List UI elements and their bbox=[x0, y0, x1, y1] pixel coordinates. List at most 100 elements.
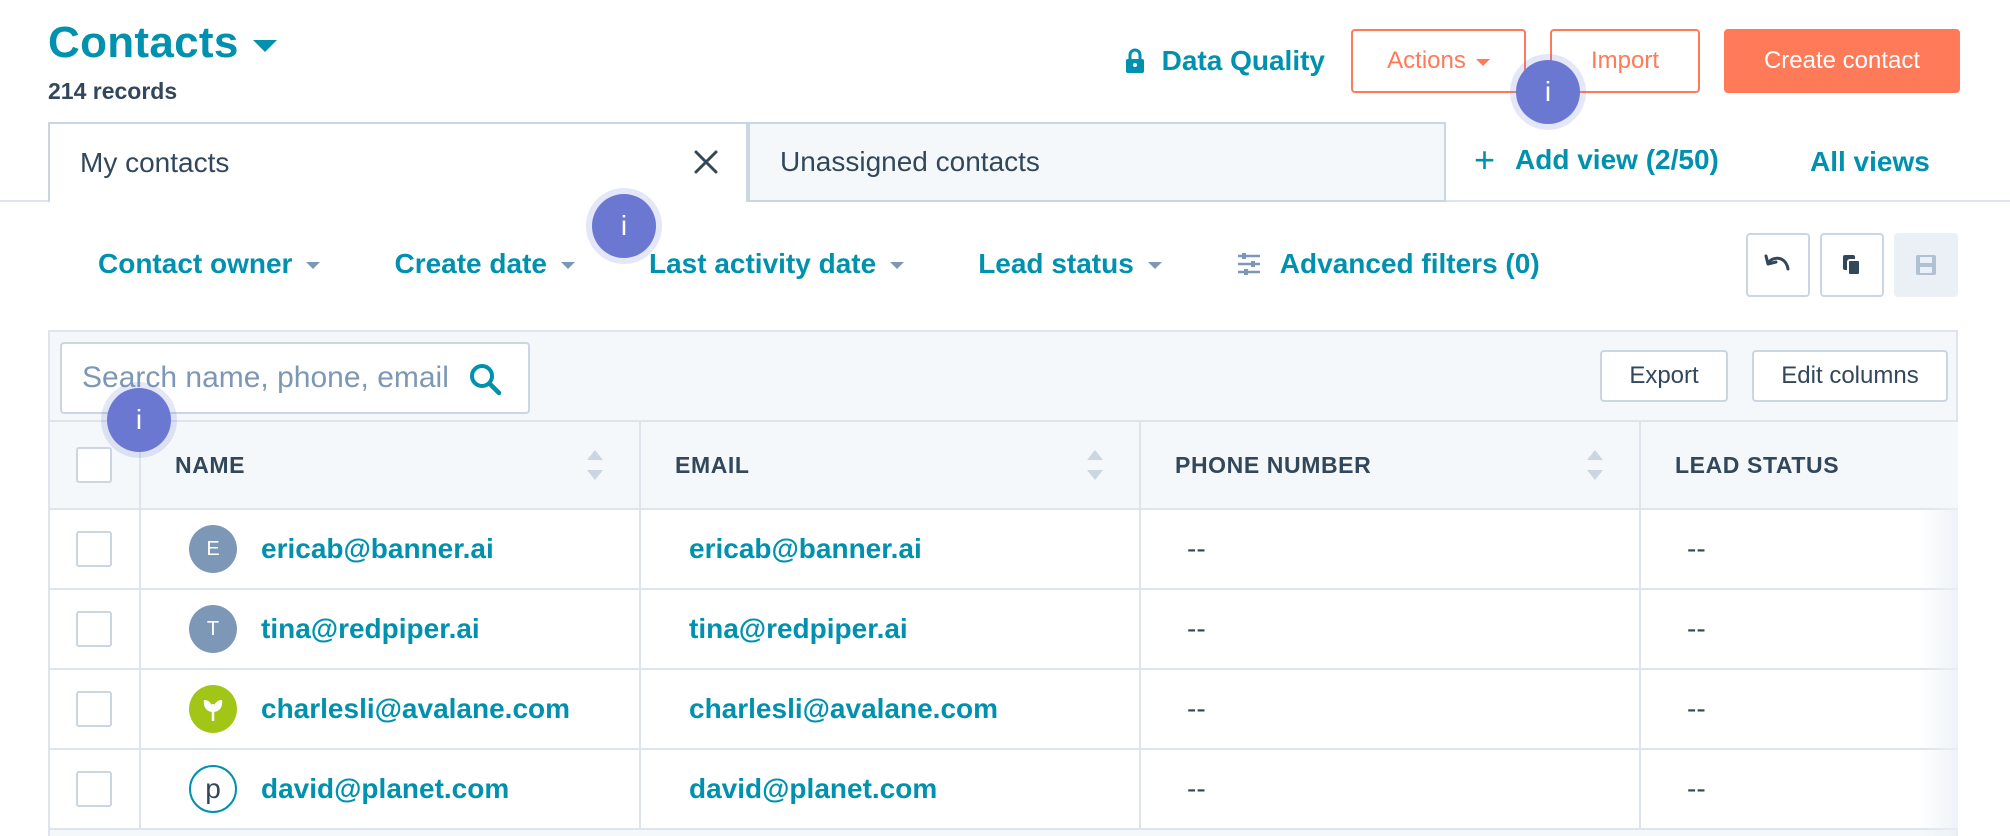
export-button[interactable]: Export bbox=[1600, 350, 1728, 402]
phone-value: -- bbox=[1187, 773, 1206, 804]
lead-status-cell: -- bbox=[1640, 589, 1958, 670]
import-label: Import bbox=[1590, 47, 1659, 74]
copy-icon bbox=[1843, 255, 1861, 276]
company-logo-avatar: p bbox=[189, 765, 237, 813]
sliders-icon bbox=[1237, 253, 1260, 275]
contact-name-link[interactable]: charlesli@avalane.com bbox=[261, 693, 570, 725]
page-title[interactable]: Contacts bbox=[48, 18, 239, 68]
phone-value: -- bbox=[1187, 533, 1206, 564]
lead-status-cell: -- bbox=[1640, 669, 1958, 750]
lead-status-cell: -- bbox=[1640, 749, 1958, 830]
save-icon bbox=[1916, 255, 1936, 275]
clone-view-button[interactable] bbox=[1820, 233, 1884, 297]
phone-value: -- bbox=[1187, 693, 1206, 724]
info-beacon-icon[interactable]: i bbox=[107, 388, 171, 452]
avatar: T bbox=[189, 605, 237, 653]
lead-status-value: -- bbox=[1687, 613, 1706, 644]
lead-status-value: -- bbox=[1687, 773, 1706, 804]
caret-down-icon bbox=[560, 261, 575, 269]
contact-name-link[interactable]: ericab@banner.ai bbox=[261, 533, 494, 565]
edit-columns-button[interactable]: Edit columns bbox=[1752, 350, 1948, 402]
lead-status-value: -- bbox=[1687, 693, 1706, 724]
filter-create-date[interactable]: Create date bbox=[394, 248, 575, 280]
row-select-cell bbox=[50, 749, 141, 830]
filter-lead-status[interactable]: Lead status bbox=[978, 248, 1162, 280]
row-checkbox[interactable] bbox=[76, 691, 112, 727]
phone-value: -- bbox=[1187, 613, 1206, 644]
data-quality-link[interactable]: Data Quality bbox=[1124, 45, 1325, 77]
email-link[interactable]: david@planet.com bbox=[641, 773, 937, 804]
create-contact-button[interactable]: Create contact bbox=[1724, 29, 1960, 93]
chevron-down-icon[interactable] bbox=[252, 40, 277, 52]
row-checkbox[interactable] bbox=[76, 531, 112, 567]
caret-down-icon bbox=[1147, 261, 1162, 269]
filter-last-activity-date[interactable]: Last activity date bbox=[648, 248, 905, 280]
close-icon[interactable] bbox=[692, 148, 720, 176]
create-contact-label: Create contact bbox=[1763, 47, 1921, 74]
column-header-lead-status[interactable]: LEAD STATUS bbox=[1640, 420, 1958, 510]
tab-my-contacts[interactable]: My contacts bbox=[48, 122, 748, 202]
table-row: Eericab@banner.ai ericab@banner.ai -- -- bbox=[50, 509, 1958, 590]
table-row: Ttina@redpiper.ai tina@redpiper.ai -- -- bbox=[50, 589, 1958, 670]
actions-label: Actions bbox=[1387, 47, 1466, 74]
caret-down-icon bbox=[890, 261, 905, 269]
contact-name-link[interactable]: tina@redpiper.ai bbox=[261, 613, 480, 645]
column-header-email[interactable]: EMAIL bbox=[640, 420, 1141, 510]
name-cell: p david@planet.com bbox=[140, 749, 641, 830]
info-beacon-icon[interactable]: i bbox=[1516, 60, 1580, 124]
undo-button[interactable] bbox=[1746, 233, 1810, 297]
select-all-checkbox[interactable] bbox=[76, 447, 112, 483]
filter-bar: Contact owner Create date Last activity … bbox=[98, 248, 1540, 280]
undo-icon bbox=[1764, 254, 1790, 271]
all-views-link[interactable]: All views bbox=[1810, 146, 1930, 178]
email-cell: ericab@banner.ai bbox=[640, 509, 1141, 590]
row-select-cell bbox=[50, 669, 141, 750]
email-link[interactable]: tina@redpiper.ai bbox=[641, 613, 908, 644]
column-header-name[interactable]: NAME bbox=[140, 420, 641, 510]
save-view-button[interactable] bbox=[1894, 233, 1958, 297]
title-row[interactable]: Contacts bbox=[48, 18, 277, 68]
row-select-cell bbox=[50, 509, 141, 590]
actions-button[interactable]: Actions bbox=[1351, 29, 1526, 93]
row-checkbox[interactable] bbox=[76, 771, 112, 807]
tab-unassigned-contacts[interactable]: Unassigned contacts bbox=[748, 122, 1446, 202]
email-cell: charlesli@avalane.com bbox=[640, 669, 1141, 750]
phone-cell: -- bbox=[1140, 749, 1641, 830]
phone-cell: -- bbox=[1140, 669, 1641, 750]
filter-label: Create date bbox=[394, 248, 547, 279]
tab-label: My contacts bbox=[80, 147, 230, 178]
filter-label: Last activity date bbox=[648, 248, 877, 279]
table-row: charlesli@avalane.com charlesli@avalane.… bbox=[50, 669, 1958, 750]
advanced-filters-button[interactable]: Advanced filters (0) bbox=[1236, 248, 1540, 280]
avatar: E bbox=[189, 525, 237, 573]
search-icon[interactable] bbox=[468, 362, 502, 396]
tab-label: Unassigned contacts bbox=[780, 146, 1040, 177]
row-checkbox[interactable] bbox=[76, 611, 112, 647]
lock-icon bbox=[1125, 48, 1144, 73]
email-link[interactable]: charlesli@avalane.com bbox=[641, 693, 998, 724]
phone-cell: -- bbox=[1140, 589, 1641, 670]
phone-cell: -- bbox=[1140, 509, 1641, 590]
sort-icon[interactable] bbox=[587, 450, 603, 480]
lead-status-cell: -- bbox=[1640, 509, 1958, 590]
record-count: 214 records bbox=[48, 78, 178, 104]
filter-contact-owner[interactable]: Contact owner bbox=[98, 248, 321, 280]
email-link[interactable]: ericab@banner.ai bbox=[641, 533, 922, 564]
contacts-table-panel: Export Edit columns NAME EMAIL PHONE NUM… bbox=[48, 330, 1958, 836]
name-cell: charlesli@avalane.com bbox=[140, 669, 641, 750]
column-header-phone[interactable]: PHONE NUMBER bbox=[1140, 420, 1641, 510]
table-row: p david@planet.com david@planet.com -- -- bbox=[50, 749, 1958, 830]
info-beacon-icon[interactable]: i bbox=[592, 194, 656, 258]
lead-status-value: -- bbox=[1687, 533, 1706, 564]
sort-icon[interactable] bbox=[1587, 450, 1603, 480]
contact-name-link[interactable]: david@planet.com bbox=[261, 773, 509, 805]
caret-down-icon bbox=[306, 261, 321, 269]
advanced-filters-label: Advanced filters (0) bbox=[1279, 248, 1540, 279]
name-cell: Eericab@banner.ai bbox=[140, 509, 641, 590]
add-view-button[interactable]: + Add view (2/50) bbox=[1474, 142, 1719, 178]
row-select-cell bbox=[50, 589, 141, 670]
leaf-logo-icon bbox=[203, 700, 223, 721]
table-header-row: NAME EMAIL PHONE NUMBER LEAD STATUS bbox=[50, 420, 1958, 510]
caret-down-icon bbox=[1475, 58, 1490, 66]
sort-icon[interactable] bbox=[1087, 450, 1103, 480]
